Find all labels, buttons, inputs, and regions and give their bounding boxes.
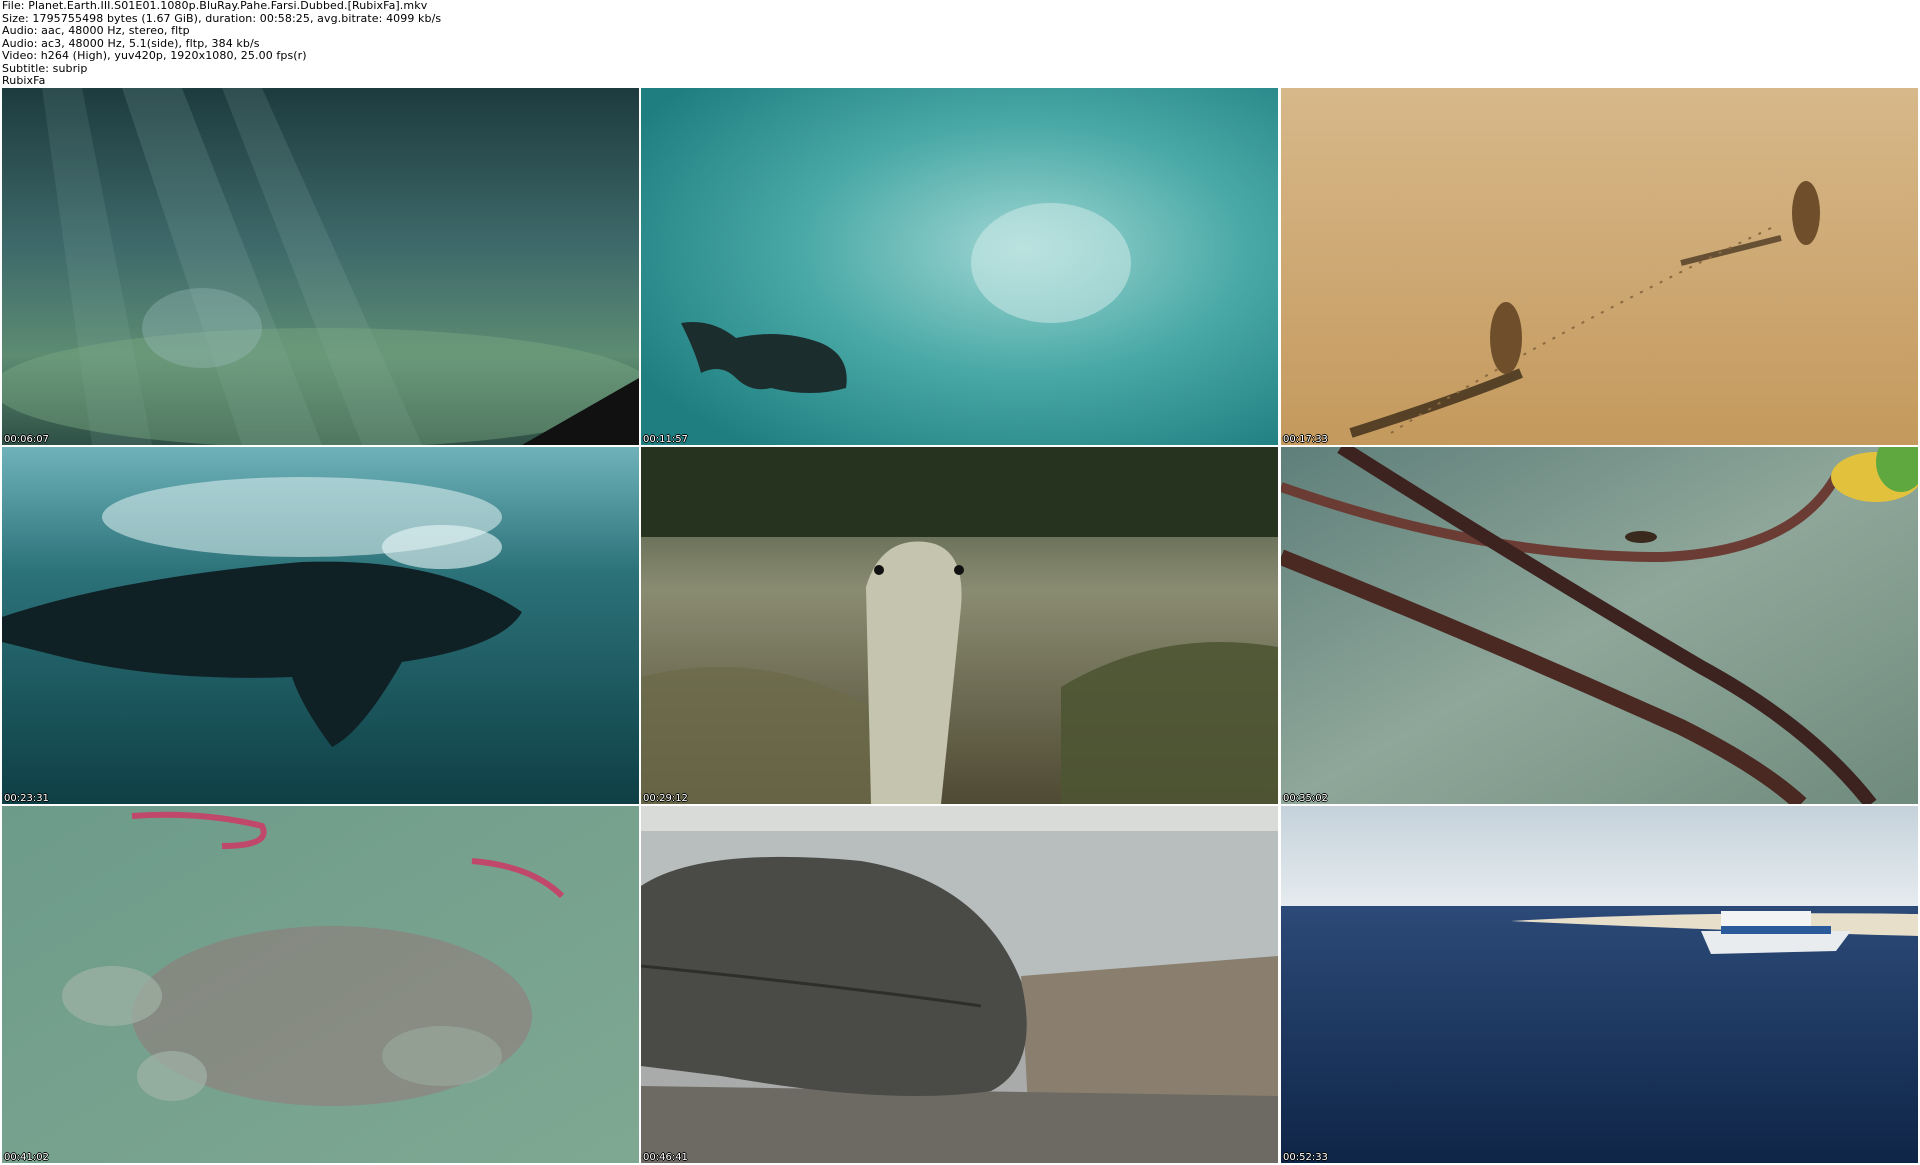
file-size-line: Size: 1795755498 bytes (1.67 GiB), durat…: [2, 11, 442, 25]
thumbnail-timestamp: 00:29:12: [643, 793, 688, 804]
thumbnail-timestamp: 00:17:33: [1283, 434, 1328, 445]
thumbnail-snake-on-seaweed[interactable]: 00:29:12: [641, 447, 1278, 804]
file-info-header: File: Planet.Earth.III.S01E01.1080p.BluR…: [2, 0, 1912, 88]
thumbnail-whale-underwater[interactable]: 00:23:31: [2, 447, 639, 804]
sea-lion-scene-image: [641, 88, 1278, 445]
desert-lions-scene-image: [1281, 88, 1918, 445]
thumbnail-flamingos-aerial[interactable]: 00:41:02: [2, 806, 639, 1163]
thumbnail-timestamp: 00:52:33: [1283, 1152, 1328, 1163]
thumbnail-timestamp: 00:41:02: [4, 1152, 49, 1163]
thumbnail-boat-near-island[interactable]: 00:52:33: [1281, 806, 1918, 1163]
thumbnail-sea-turtle-on-rocks[interactable]: 00:46:41: [641, 806, 1278, 1163]
underwater-scene-image: [2, 88, 639, 445]
thumbnail-timestamp: 00:23:31: [4, 793, 49, 804]
release-tag-line: RubixFa: [2, 74, 46, 87]
thumbnail-lions-on-desert-sand[interactable]: 00:17:33: [1281, 88, 1918, 445]
thumbnail-timestamp: 00:11:57: [643, 434, 688, 445]
boat-island-scene-image: [1281, 806, 1918, 1163]
thumbnail-sea-lion-underwater[interactable]: 00:11:57: [641, 88, 1278, 445]
sea-turtle-scene-image: [641, 806, 1278, 1163]
video-stream-line: Video: h264 (High), yuv420p, 1920x1080, …: [2, 49, 307, 62]
thumbnail-insect-on-mangrove-branch[interactable]: 00:35:02: [1281, 447, 1918, 804]
audio-stream-1-line: Audio: aac, 48000 Hz, stereo, fltp: [2, 24, 190, 37]
thumbnail-underwater-light-rays[interactable]: 00:06:07: [2, 88, 639, 445]
flamingos-scene-image: [2, 806, 639, 1163]
thumbnail-timestamp: 00:06:07: [4, 434, 49, 445]
whale-scene-image: [2, 447, 639, 804]
thumbnail-grid: 00:06:07 00:11:57 00:17:33 00:23:31 00:2…: [0, 88, 1920, 1165]
thumbnail-timestamp: 00:35:02: [1283, 793, 1328, 804]
snake-scene-image: [641, 447, 1278, 804]
thumbnail-timestamp: 00:46:41: [643, 1152, 688, 1163]
file-name-line: File: Planet.Earth.III.S01E01.1080p.BluR…: [2, 0, 428, 12]
mangrove-branch-scene-image: [1281, 447, 1918, 804]
subtitle-stream-line: Subtitle: subrip: [2, 61, 88, 75]
